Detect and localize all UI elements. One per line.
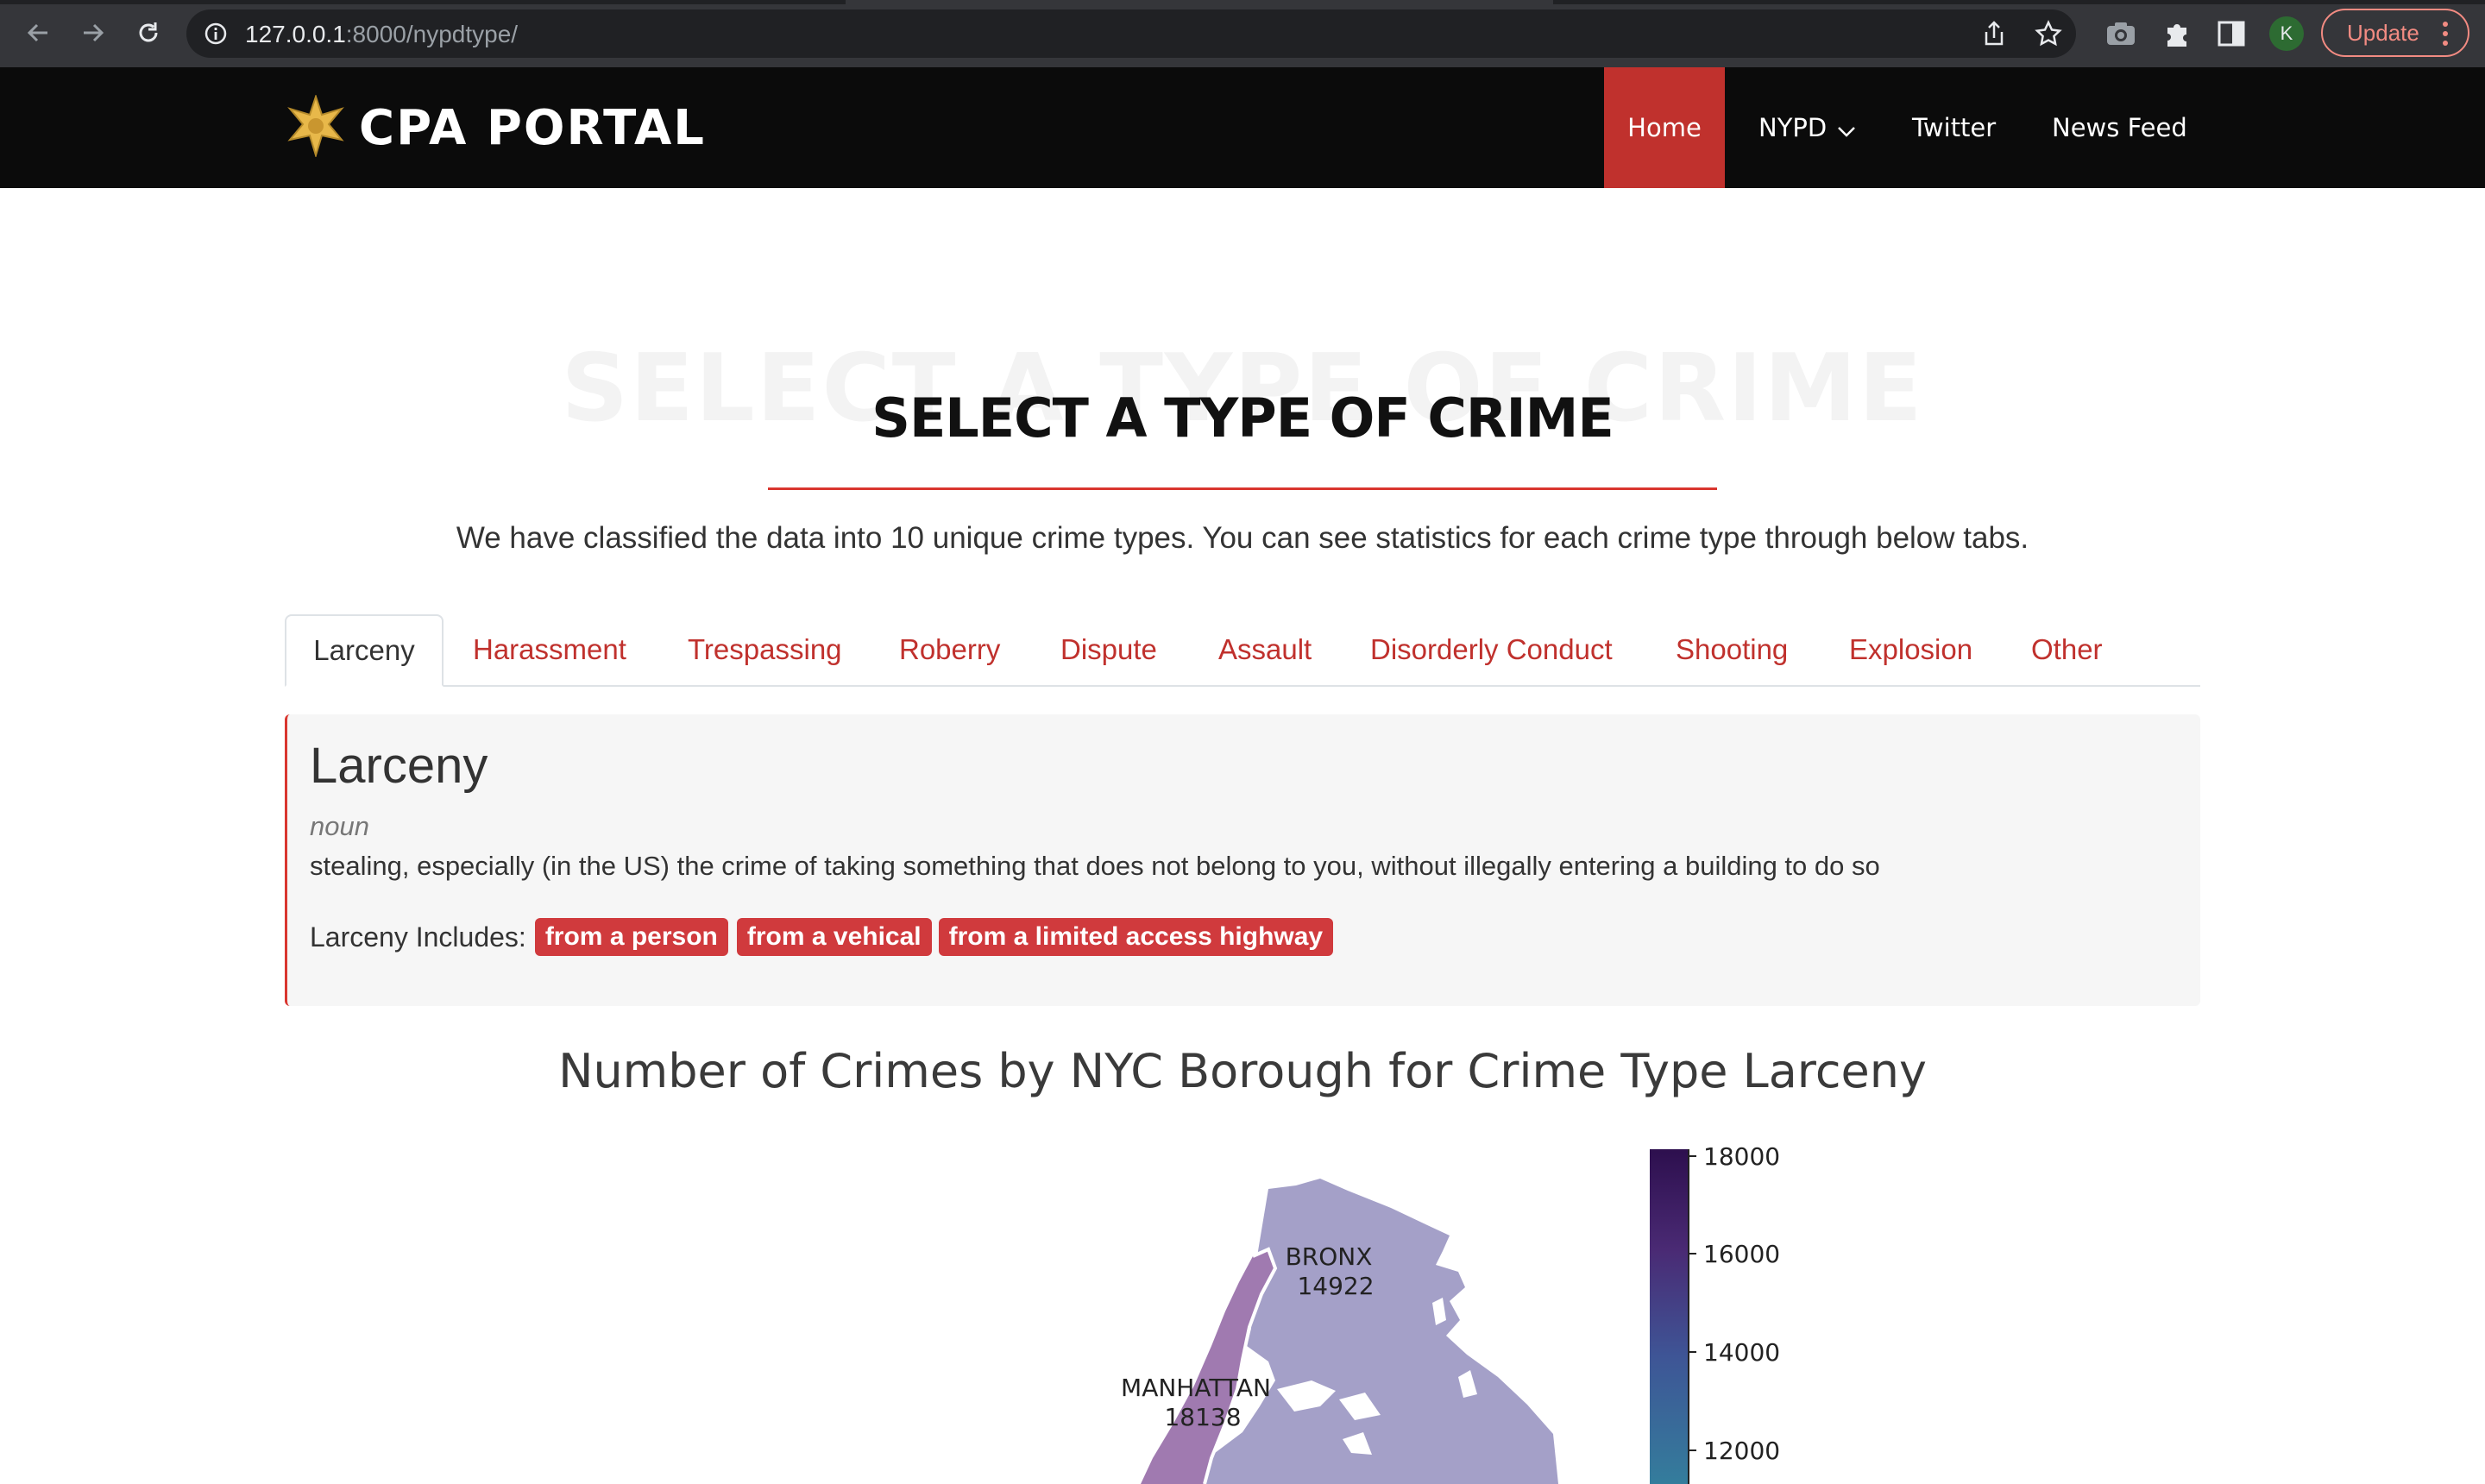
section-subtitle: We have classified the data into 10 uniq…	[456, 521, 2029, 555]
tab-larceny[interactable]: Larceny	[285, 614, 444, 687]
tab-explosion[interactable]: Explosion	[1849, 614, 1972, 685]
browser-toolbar: 127.0.0.1:8000/nypdtype/ K Update	[0, 0, 2485, 67]
crime-type-tabs: Larceny Harassment Trespassing Roberry D…	[285, 614, 2200, 687]
url-text[interactable]: 127.0.0.1:8000/nypdtype/	[245, 21, 518, 48]
tab-disorderly-conduct[interactable]: Disorderly Conduct	[1370, 614, 1613, 685]
colorbar	[1650, 1149, 1688, 1484]
include-badge: from a limited access highway	[938, 918, 1334, 956]
tab-harassment[interactable]: Harassment	[473, 614, 626, 685]
section-title: SELECT A TYPE OF CRIME	[871, 387, 1614, 450]
includes-label: Larceny Includes:	[310, 921, 526, 953]
extensions-icon[interactable]	[2162, 19, 2192, 53]
colorbar-tick-label: 12000	[1703, 1437, 1780, 1465]
kebab-menu-icon[interactable]	[2442, 21, 2449, 53]
colorbar-tick-label: 14000	[1703, 1338, 1780, 1367]
colorbar-tick-label: 18000	[1703, 1142, 1780, 1171]
share-icon[interactable]	[1981, 20, 2007, 52]
colorbar-tick-label: 16000	[1703, 1240, 1780, 1268]
nav-news-feed[interactable]: News Feed	[2052, 67, 2187, 188]
active-tab[interactable]	[846, 0, 1553, 4]
update-button[interactable]: Update	[2321, 9, 2469, 57]
definition-title: Larceny	[310, 738, 488, 794]
tab-trespassing[interactable]: Trespassing	[688, 614, 842, 685]
tab-dispute[interactable]: Dispute	[1060, 614, 1157, 685]
address-bar[interactable]: 127.0.0.1:8000/nypdtype/	[186, 9, 2076, 58]
chevron-down-icon	[1837, 115, 1856, 144]
definition-panel: Larceny noun stealing, especially (in th…	[285, 714, 2200, 1006]
nav-nypd-dropdown[interactable]: NYPD	[1758, 67, 1856, 188]
police-star-icon	[285, 93, 347, 161]
tab-roberry[interactable]: Roberry	[899, 614, 1000, 685]
site-navbar: CPA PORTAL Home NYPD Twitter News Feed	[0, 67, 2485, 188]
back-icon[interactable]	[21, 16, 55, 50]
chart-title: Number of Crimes by NYC Borough for Crim…	[558, 1044, 1927, 1098]
nav-twitter[interactable]: Twitter	[1912, 67, 1996, 188]
tab-shooting[interactable]: Shooting	[1676, 614, 1788, 685]
definition-text: stealing, especially (in the US) the cri…	[310, 851, 1880, 881]
bookmark-star-icon[interactable]	[2035, 20, 2062, 52]
profile-avatar[interactable]: K	[2269, 16, 2304, 51]
brand-name: CPA PORTAL	[359, 100, 706, 156]
include-badge: from a vehical	[736, 918, 932, 956]
reload-icon[interactable]	[131, 16, 166, 50]
includes-row: Larceny Includes: from a person from a v…	[310, 918, 1334, 956]
camera-icon[interactable]	[2105, 21, 2136, 51]
brand-logo-link[interactable]: CPA PORTAL	[285, 93, 706, 161]
part-of-speech: noun	[310, 811, 369, 841]
update-label: Update	[2347, 19, 2419, 46]
nav-nypd-label: NYPD	[1758, 113, 1828, 142]
tab-assault[interactable]: Assault	[1218, 614, 1312, 685]
include-badge: from a person	[534, 918, 728, 956]
site-info-icon[interactable]	[204, 22, 228, 50]
tab-other[interactable]: Other	[2031, 614, 2103, 685]
forward-icon[interactable]	[76, 16, 110, 50]
side-panel-icon[interactable]	[2218, 21, 2245, 51]
nav-home[interactable]: Home	[1604, 67, 1725, 188]
title-divider	[768, 487, 1717, 490]
